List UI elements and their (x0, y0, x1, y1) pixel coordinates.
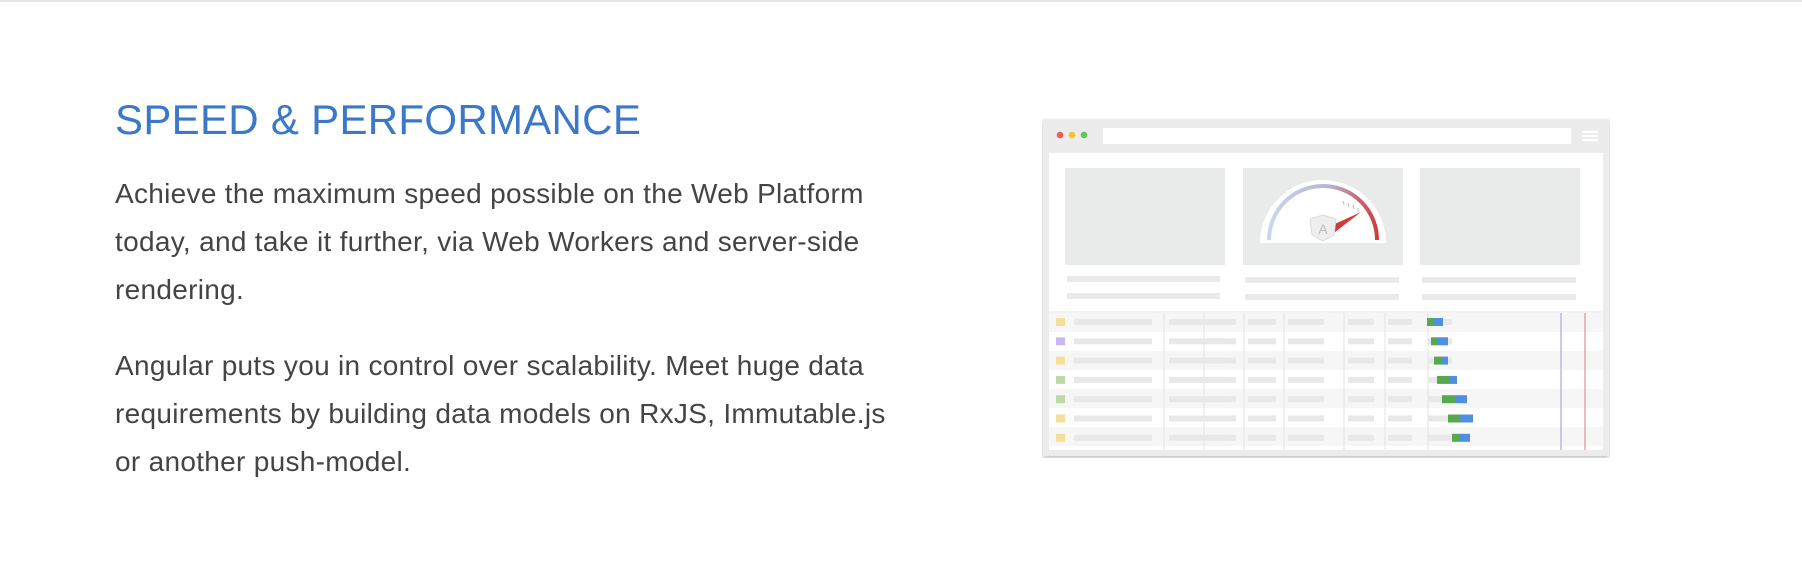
timeline-bar-blue (1442, 356, 1448, 365)
timeline-row-marker (1056, 395, 1065, 404)
section-title: SPEED & PERFORMANCE (115, 96, 642, 143)
timeline-cell-placeholder (1248, 396, 1276, 403)
timeline-row-placeholder (1074, 319, 1152, 325)
timeline-row-placeholder (1074, 376, 1152, 383)
timeline-row-marker (1056, 375, 1065, 384)
timeline-cell-placeholder (1388, 415, 1412, 422)
timeline-cell-placeholder (1248, 434, 1276, 441)
timeline-cell-placeholder (1248, 415, 1276, 422)
timeline-bar-green (1452, 433, 1460, 442)
timeline-cell-placeholder (1348, 415, 1374, 422)
timeline-row-placeholder (1074, 434, 1152, 441)
timeline-cell-placeholder (1388, 434, 1412, 441)
timeline-cell-placeholder (1288, 357, 1324, 364)
window-minimize-dot (1068, 131, 1076, 139)
timeline-cell-placeholder (1208, 434, 1236, 441)
timeline-cell-placeholder (1208, 415, 1236, 422)
timeline-cell-placeholder (1388, 357, 1412, 364)
menu-icon (1582, 131, 1598, 141)
timeline-cell-placeholder (1348, 396, 1374, 403)
timeline-cell-placeholder (1208, 376, 1236, 383)
timeline-cell-placeholder (1388, 376, 1412, 383)
description-paragraph-2: Angular puts you in control over scalabi… (115, 350, 886, 477)
timeline-bar-blue (1455, 395, 1467, 404)
timeline-cell-placeholder (1208, 319, 1236, 325)
timeline-row-marker (1056, 414, 1065, 423)
timeline-cell-placeholder (1288, 396, 1324, 403)
address-bar (1103, 128, 1571, 144)
timeline-cell-placeholder (1348, 434, 1374, 441)
timeline-bar-blue (1433, 318, 1443, 326)
timeline-cell-placeholder (1248, 357, 1276, 364)
feature-section: SPEED & PERFORMANCE Achieve the maximum … (115, 95, 915, 486)
timeline-cell-placeholder (1348, 376, 1374, 383)
window-close-dot (1056, 131, 1064, 139)
timeline-cell-placeholder (1388, 319, 1412, 325)
timeline-bar-blue (1449, 375, 1457, 384)
timeline-row-placeholder (1074, 338, 1152, 345)
timeline-bar-blue (1438, 337, 1448, 346)
timeline-row-placeholder (1074, 415, 1152, 422)
timeline-row-marker (1056, 318, 1065, 326)
performance-illustration: A (1043, 119, 1609, 456)
timeline-row-placeholder (1074, 357, 1152, 364)
timeline-bar-green (1442, 395, 1455, 404)
timeline-row-marker (1056, 337, 1065, 346)
timeline-cell-placeholder (1348, 338, 1374, 345)
timeline-cell-placeholder (1388, 338, 1412, 345)
timeline-cell-placeholder (1288, 376, 1324, 383)
timeline-cell-placeholder (1248, 376, 1276, 383)
timeline-bar-green (1448, 414, 1460, 423)
timeline-cell-placeholder (1388, 396, 1412, 403)
timeline-cell-placeholder (1428, 434, 1452, 441)
timeline-cell-placeholder (1348, 357, 1374, 364)
timeline-cell-placeholder (1288, 338, 1324, 345)
gauge-logo-letter: A (1318, 221, 1328, 237)
timeline-cell-placeholder (1208, 396, 1236, 403)
timeline-bar-blue (1460, 414, 1473, 423)
timeline-cell-placeholder (1288, 319, 1324, 325)
timeline-bar-green (1434, 356, 1442, 365)
timeline-row-marker (1056, 433, 1065, 442)
timeline-row-placeholder (1074, 396, 1152, 403)
timeline-cell-placeholder (1288, 434, 1324, 441)
window-maximize-dot (1080, 131, 1088, 139)
description-paragraph-1: Achieve the maximum speed possible on th… (115, 178, 864, 305)
timeline-row-marker (1056, 356, 1065, 365)
timeline-cell-placeholder (1248, 319, 1276, 325)
timeline-cell-placeholder (1208, 357, 1236, 364)
timeline-cell-placeholder (1248, 338, 1276, 345)
timeline-cell-placeholder (1208, 338, 1236, 345)
timeline-cell-placeholder (1348, 319, 1374, 325)
timeline-bar-green (1431, 337, 1438, 346)
timeline-bar-green (1427, 318, 1433, 326)
top-divider (0, 0, 1802, 2)
timeline-bar-blue (1460, 433, 1470, 442)
timeline-cell-placeholder (1288, 415, 1324, 422)
timeline-bar-green (1437, 375, 1449, 384)
